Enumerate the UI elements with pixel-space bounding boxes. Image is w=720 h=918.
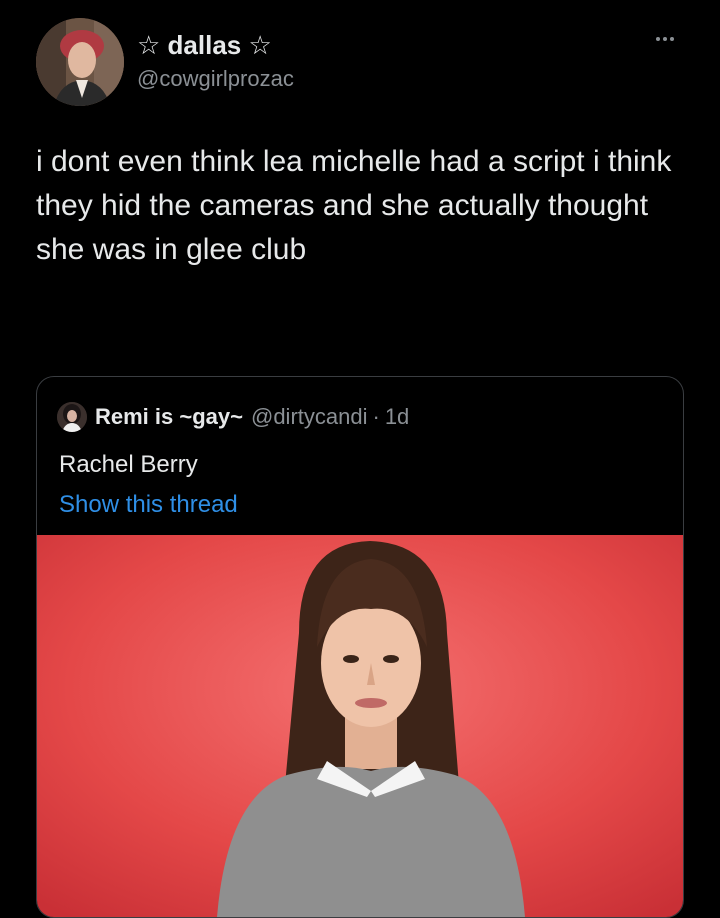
tweet-text: i dont even think lea michelle had a scr… (36, 145, 672, 266)
author-handle[interactable]: @cowgirlprozac (137, 66, 294, 92)
quoted-tweet-card[interactable]: Remi is ~gay~ @dirtycandi · 1d Rachel Be… (36, 376, 684, 918)
quoted-author-display-name[interactable]: Remi is ~gay~ (95, 404, 243, 430)
quoted-tweet-text: Rachel Berry (59, 451, 198, 478)
more-horizontal-icon[interactable] (656, 28, 690, 48)
quoted-tweet-header: Remi is ~gay~ @dirtycandi · 1d (57, 401, 409, 433)
quoted-author-avatar[interactable] (57, 402, 87, 432)
quoted-tweet-photo[interactable] (37, 535, 683, 917)
author-display-name[interactable]: ☆ dallas ☆ (137, 30, 272, 61)
quoted-author-handle[interactable]: @dirtycandi (251, 404, 368, 430)
separator-dot: · (372, 404, 380, 429)
show-thread-link[interactable]: Show this thread (59, 491, 238, 519)
quoted-tweet-timestamp[interactable]: 1d (385, 404, 409, 430)
author-avatar[interactable] (36, 18, 124, 106)
